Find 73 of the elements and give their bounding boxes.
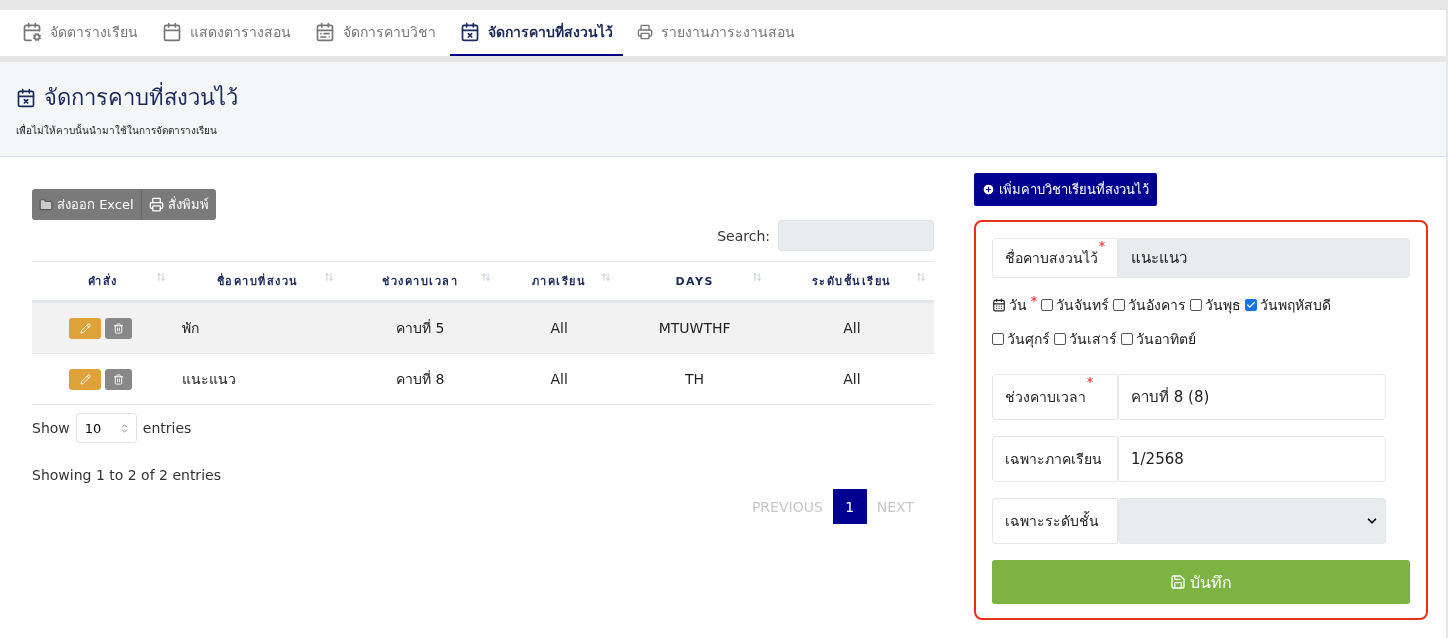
checkbox[interactable] bbox=[1245, 299, 1257, 311]
sort-icon bbox=[155, 272, 166, 282]
search-label: Search: bbox=[717, 227, 770, 244]
page-subtitle: เพื่อไม่ให้คาบนั้นนำมาใช้ในการจัดตารางเรียน bbox=[16, 123, 218, 138]
table-cell: พัก bbox=[173, 301, 342, 354]
calendar-x-icon bbox=[16, 87, 36, 108]
calendar-list-icon bbox=[315, 22, 335, 42]
plus-circle-icon bbox=[982, 183, 995, 196]
sort-icon bbox=[601, 272, 612, 282]
sort-icon bbox=[751, 272, 762, 282]
sort-icon bbox=[916, 272, 926, 282]
table-cell: All bbox=[769, 353, 934, 405]
checkbox[interactable] bbox=[1190, 299, 1202, 311]
tab[interactable]: จัดการคาบวิชา bbox=[305, 10, 446, 56]
printer-icon bbox=[148, 197, 164, 212]
entries-select[interactable]: 10 bbox=[75, 413, 137, 443]
checkbox[interactable] bbox=[1054, 333, 1066, 345]
day-label: วันจันทร์ bbox=[1056, 296, 1109, 315]
table-cell: แนะแนว bbox=[173, 353, 342, 405]
day-label: วันศุกร์ bbox=[1007, 330, 1050, 350]
table-cell: All bbox=[769, 301, 934, 354]
export-button[interactable]: ส่งออก Excel bbox=[32, 189, 142, 220]
day-label: วันพุธ bbox=[1205, 296, 1241, 316]
tab[interactable]: จัดการคาบที่สงวนไว้ bbox=[450, 10, 623, 56]
table-cell: All bbox=[498, 353, 620, 405]
trash-icon bbox=[113, 373, 125, 385]
delete-button[interactable] bbox=[105, 368, 133, 390]
text-field[interactable]: คาบที่ 8 (8) bbox=[1118, 374, 1386, 420]
table-cell: คาบที่ 5 bbox=[341, 301, 499, 354]
page-title: จัดการคาบที่สงวนไว้ bbox=[44, 80, 238, 115]
select-field[interactable] bbox=[1118, 498, 1386, 544]
day-label: วันอังคาร bbox=[1128, 296, 1186, 315]
day-label: วันเสาร์ bbox=[1069, 330, 1117, 349]
edit-button[interactable] bbox=[69, 368, 102, 390]
calendar-icon bbox=[162, 22, 182, 42]
checkbox[interactable] bbox=[1113, 299, 1125, 311]
check-icon bbox=[1246, 300, 1256, 310]
show-label: Show bbox=[32, 420, 70, 436]
tab[interactable]: แสดงตารางสอน bbox=[152, 10, 301, 56]
day-label: วันอาทิตย์ bbox=[1136, 330, 1196, 349]
table-cell: คาบที่ 8 bbox=[341, 353, 499, 405]
trash-icon bbox=[113, 322, 125, 334]
tab[interactable]: รายงานภาระงานสอน bbox=[627, 10, 805, 56]
pencil-icon bbox=[79, 322, 91, 334]
checkbox[interactable] bbox=[1041, 299, 1053, 311]
print-button[interactable]: สั่งพิมพ์ bbox=[141, 189, 216, 220]
table-cell: MTUWTHF bbox=[619, 301, 770, 354]
days-label: วัน bbox=[1009, 296, 1027, 315]
calendar-x-icon bbox=[460, 22, 480, 42]
pencil-icon bbox=[79, 373, 91, 385]
field-label: ชื่อคาบสงวนไว้ bbox=[992, 238, 1118, 278]
sort-icon bbox=[323, 272, 334, 282]
delete-button[interactable] bbox=[105, 317, 133, 339]
table-cell: All bbox=[498, 301, 620, 354]
entries-label: entries bbox=[142, 420, 192, 436]
text-field[interactable]: แนะแนว bbox=[1118, 238, 1410, 278]
field-label: เฉพาะระดับชั้น bbox=[992, 498, 1118, 544]
field-label: เฉพาะภาคเรียน bbox=[992, 436, 1118, 482]
table-cell: TH bbox=[619, 353, 770, 405]
page-link[interactable]: 1 bbox=[832, 489, 867, 524]
add-button[interactable]: เพิ่มคาบวิชาเรียนที่สงวนไว้ bbox=[974, 173, 1157, 206]
day-label: วันพฤหัสบดี bbox=[1260, 296, 1331, 315]
search-field[interactable] bbox=[778, 220, 934, 251]
field-label: ช่วงคาบเวลา bbox=[992, 374, 1118, 420]
folder-icon bbox=[39, 197, 53, 212]
calendar-icon bbox=[992, 298, 1006, 312]
checkbox[interactable] bbox=[992, 333, 1004, 345]
tab[interactable]: จัดตารางเรียน bbox=[12, 10, 148, 56]
entries-info: Showing 1 to 2 of 2 entries bbox=[32, 467, 222, 483]
text-field[interactable]: 1/2568 bbox=[1118, 436, 1386, 482]
checkbox[interactable] bbox=[1121, 333, 1133, 345]
sort-icon bbox=[480, 272, 491, 282]
printer-icon bbox=[637, 24, 653, 40]
